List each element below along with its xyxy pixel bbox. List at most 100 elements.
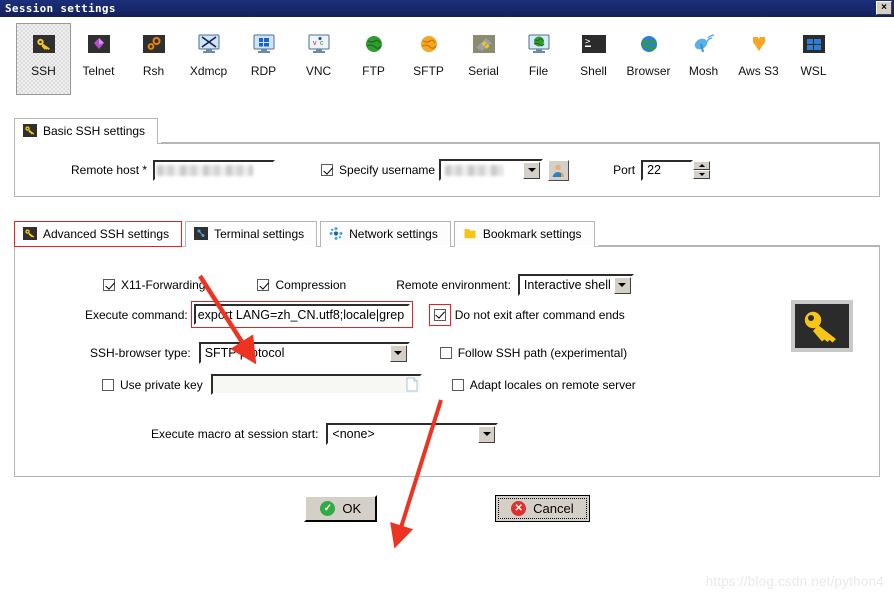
ssh-key-icon bbox=[29, 31, 59, 57]
remote-environment-combo[interactable]: Interactive shell bbox=[518, 274, 634, 296]
big-key-icon bbox=[791, 300, 853, 352]
session-type-label: Serial bbox=[468, 64, 499, 78]
session-type-serial[interactable]: Serial bbox=[456, 23, 511, 95]
tab-bookmark-settings[interactable]: Bookmark settings bbox=[454, 221, 595, 247]
session-type-label: Browser bbox=[626, 64, 670, 78]
tab-label: Terminal settings bbox=[214, 227, 304, 241]
session-type-rsh[interactable]: Rsh bbox=[126, 23, 181, 95]
svg-text:c: c bbox=[320, 40, 324, 47]
sftp-globe-icon bbox=[414, 31, 444, 57]
execute-macro-label: Execute macro at session start: bbox=[151, 427, 318, 441]
basic-ssh-settings-panel: Remote host * Specify username Port 22 bbox=[14, 143, 880, 197]
execute-macro-combo[interactable]: <none> bbox=[326, 423, 498, 445]
use-private-key-label: Use private key bbox=[120, 378, 203, 392]
session-type-strip: SSH Telnet Rsh Xdmcp RDP vc VNC F bbox=[0, 17, 894, 99]
session-type-xdmcp[interactable]: Xdmcp bbox=[181, 23, 236, 95]
chevron-down-icon[interactable] bbox=[523, 162, 540, 179]
session-type-mosh[interactable]: Mosh bbox=[676, 23, 731, 95]
tab-advanced-ssh-settings[interactable]: Advanced SSH settings bbox=[14, 221, 182, 247]
session-type-browser[interactable]: Browser bbox=[621, 23, 676, 95]
execute-command-input[interactable]: export LANG=zh_CN.utf8;locale|grep bbox=[194, 304, 410, 325]
specify-username-label: Specify username bbox=[339, 163, 435, 177]
session-type-ftp[interactable]: FTP bbox=[346, 23, 401, 95]
session-type-aws-s3[interactable]: Aws S3 bbox=[731, 23, 786, 95]
adapt-locales-checkbox[interactable] bbox=[452, 379, 464, 391]
basic-tabrow: Basic SSH settings bbox=[14, 117, 880, 143]
dialog-buttons: ✓ OK ✕ Cancel bbox=[0, 495, 894, 522]
use-private-key-row: Use private key bbox=[102, 378, 203, 392]
tab-terminal-settings[interactable]: Terminal settings bbox=[185, 221, 317, 247]
bookmark-icon bbox=[463, 227, 477, 241]
port-stepper-up[interactable] bbox=[693, 161, 710, 170]
follow-ssh-path-checkbox[interactable] bbox=[440, 347, 452, 359]
advanced-ssh-settings-panel: X11-Forwarding Compression Remote enviro… bbox=[14, 246, 880, 477]
specify-username-row: Specify username bbox=[321, 163, 435, 177]
session-type-sftp[interactable]: SFTP bbox=[401, 23, 456, 95]
ssh-browser-type-combo[interactable]: SFTP protocol bbox=[199, 342, 410, 364]
session-type-shell[interactable]: > Shell bbox=[566, 23, 621, 95]
execute-command-label: Execute command: bbox=[85, 308, 188, 322]
session-type-telnet[interactable]: Telnet bbox=[71, 23, 126, 95]
session-type-label: SSH bbox=[31, 64, 56, 78]
do-not-exit-checkbox[interactable] bbox=[434, 309, 446, 321]
red-x-icon: ✕ bbox=[511, 501, 526, 516]
specify-username-checkbox[interactable] bbox=[321, 164, 333, 176]
port-label: Port bbox=[613, 163, 635, 177]
tab-basic-ssh-settings[interactable]: Basic SSH settings bbox=[14, 118, 158, 144]
wsl-windows-icon bbox=[799, 31, 829, 57]
session-type-label: Rsh bbox=[143, 64, 164, 78]
username-value bbox=[445, 165, 503, 176]
session-type-label: Aws S3 bbox=[738, 64, 778, 78]
aws-s3-icon bbox=[744, 31, 774, 57]
username-combo[interactable] bbox=[439, 159, 543, 181]
rsh-gears-icon bbox=[139, 31, 169, 57]
private-key-input[interactable] bbox=[211, 374, 422, 395]
port-input[interactable]: 22 bbox=[641, 160, 693, 181]
follow-ssh-path-label: Follow SSH path (experimental) bbox=[458, 346, 627, 360]
session-type-label: Telnet bbox=[82, 64, 114, 78]
tab-network-settings[interactable]: Network settings bbox=[320, 221, 451, 247]
svg-text:v: v bbox=[313, 40, 317, 47]
ssh-browser-type-label: SSH-browser type: bbox=[90, 346, 191, 360]
adapt-locales-label: Adapt locales on remote server bbox=[470, 378, 636, 392]
port-stepper[interactable] bbox=[693, 161, 710, 179]
session-type-label: VNC bbox=[306, 64, 331, 78]
username-browse-button[interactable] bbox=[548, 160, 569, 181]
remote-host-input[interactable] bbox=[153, 160, 275, 181]
cancel-label: Cancel bbox=[533, 501, 573, 516]
tab-label: Basic SSH settings bbox=[43, 124, 145, 138]
x11-forwarding-checkbox[interactable] bbox=[103, 279, 115, 291]
session-type-label: File bbox=[529, 64, 548, 78]
key-icon bbox=[23, 124, 37, 138]
session-type-label: Mosh bbox=[689, 64, 718, 78]
cancel-button[interactable]: ✕ Cancel bbox=[495, 495, 589, 522]
remote-host-value bbox=[157, 165, 253, 176]
remote-host-label: Remote host * bbox=[71, 163, 147, 177]
session-type-wsl[interactable]: WSL bbox=[786, 23, 841, 95]
tab-label: Network settings bbox=[349, 227, 438, 241]
do-not-exit-row bbox=[432, 307, 448, 323]
shell-prompt-icon: > bbox=[579, 31, 609, 57]
session-type-vnc[interactable]: vc VNC bbox=[291, 23, 346, 95]
ok-button[interactable]: ✓ OK bbox=[304, 495, 377, 522]
private-key-browse-icon[interactable] bbox=[406, 377, 418, 392]
compression-label: Compression bbox=[275, 278, 346, 292]
x11-forwarding-row: X11-Forwarding bbox=[103, 278, 205, 292]
ssh-browser-type-value: SFTP protocol bbox=[205, 346, 285, 360]
close-icon[interactable]: × bbox=[876, 1, 892, 15]
compression-row: Compression bbox=[257, 278, 346, 292]
ok-label: OK bbox=[342, 501, 361, 516]
session-type-label: SFTP bbox=[413, 64, 444, 78]
chevron-down-icon[interactable] bbox=[478, 426, 495, 443]
session-type-ssh[interactable]: SSH bbox=[16, 23, 71, 95]
session-type-label: WSL bbox=[800, 64, 826, 78]
port-stepper-down[interactable] bbox=[693, 170, 710, 179]
session-type-rdp[interactable]: RDP bbox=[236, 23, 291, 95]
chevron-down-icon[interactable] bbox=[614, 277, 631, 294]
chevron-down-icon[interactable] bbox=[390, 345, 407, 362]
session-type-file[interactable]: File bbox=[511, 23, 566, 95]
compression-checkbox[interactable] bbox=[257, 279, 269, 291]
execute-command-value: export LANG=zh_CN.utf8;locale|grep bbox=[198, 308, 404, 322]
adapt-locales-row: Adapt locales on remote server bbox=[452, 378, 636, 392]
use-private-key-checkbox[interactable] bbox=[102, 379, 114, 391]
